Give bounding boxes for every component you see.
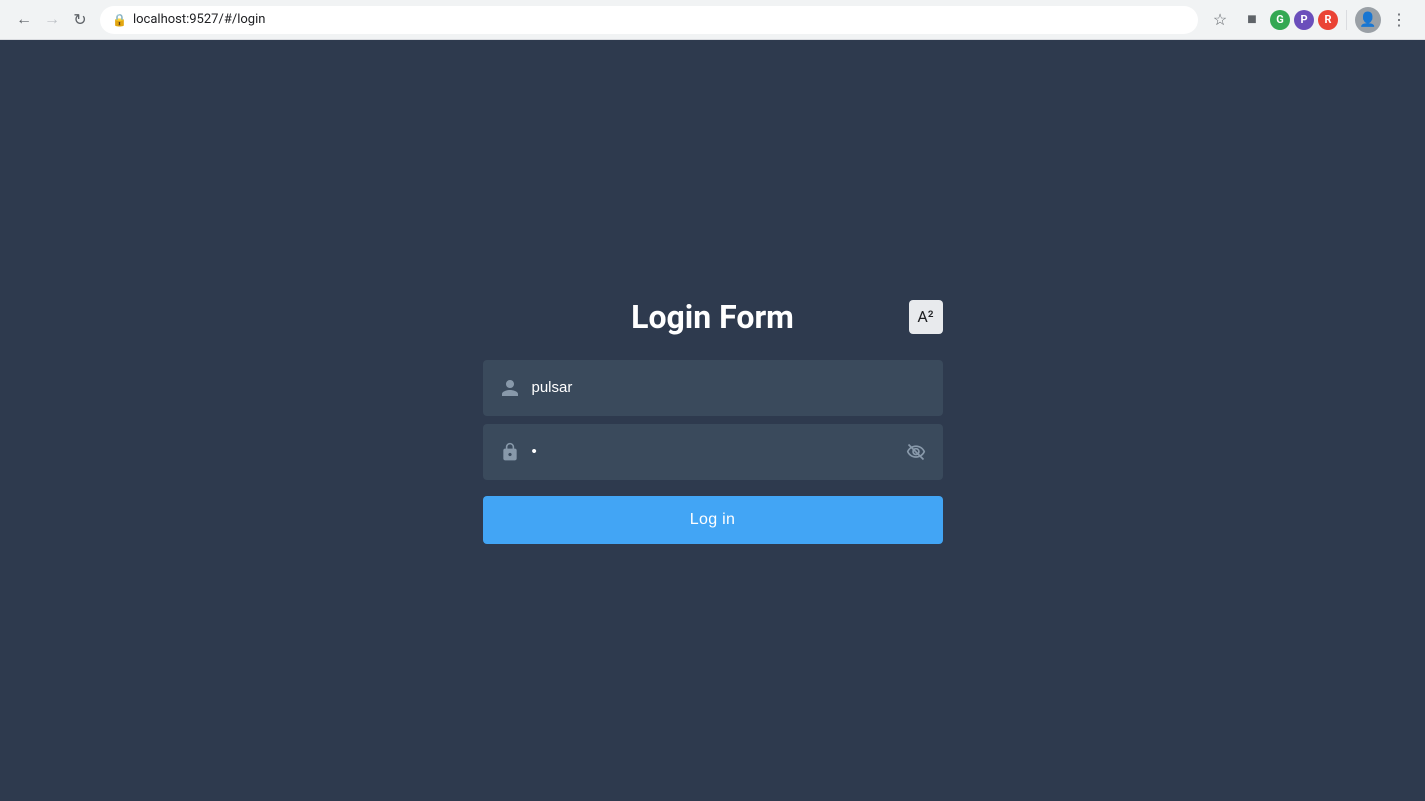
translate-icon-label: A² bbox=[917, 307, 933, 326]
lock-icon: 🔒 bbox=[112, 13, 127, 27]
extension-purple[interactable]: P bbox=[1294, 10, 1314, 30]
main-content: Login Form A² bbox=[0, 40, 1425, 801]
forward-button[interactable]: → bbox=[40, 8, 64, 32]
username-input[interactable] bbox=[532, 379, 926, 396]
menu-button[interactable]: ⋮ bbox=[1385, 6, 1413, 34]
extensions-button[interactable]: ■ bbox=[1238, 6, 1266, 34]
address-bar[interactable]: 🔒 localhost:9527/#/login bbox=[100, 6, 1198, 34]
login-container: Login Form A² bbox=[483, 298, 943, 544]
username-group bbox=[483, 360, 943, 416]
browser-actions: ☆ ■ G P R 👤 ⋮ bbox=[1206, 6, 1413, 34]
password-group bbox=[483, 424, 943, 480]
back-button[interactable]: ← bbox=[12, 8, 36, 32]
password-wrapper bbox=[483, 424, 943, 480]
page-title: Login Form bbox=[631, 298, 794, 336]
extension-red[interactable]: R bbox=[1318, 10, 1338, 30]
login-header: Login Form A² bbox=[483, 298, 943, 336]
nav-buttons: ← → ↻ bbox=[12, 8, 92, 32]
password-toggle-button[interactable] bbox=[906, 442, 926, 462]
bookmark-button[interactable]: ☆ bbox=[1206, 6, 1234, 34]
extension-green[interactable]: G bbox=[1270, 10, 1290, 30]
profile-button[interactable]: 👤 bbox=[1355, 7, 1381, 33]
browser-chrome: ← → ↻ 🔒 localhost:9527/#/login ☆ ■ G P R… bbox=[0, 0, 1425, 40]
user-icon bbox=[500, 378, 520, 398]
translate-button[interactable]: A² bbox=[909, 300, 943, 334]
reload-button[interactable]: ↻ bbox=[68, 8, 92, 32]
password-input[interactable] bbox=[532, 443, 894, 460]
login-button[interactable]: Log in bbox=[483, 496, 943, 544]
username-wrapper bbox=[483, 360, 943, 416]
url-text: localhost:9527/#/login bbox=[133, 12, 265, 27]
divider bbox=[1346, 10, 1347, 30]
lock-icon bbox=[500, 442, 520, 462]
